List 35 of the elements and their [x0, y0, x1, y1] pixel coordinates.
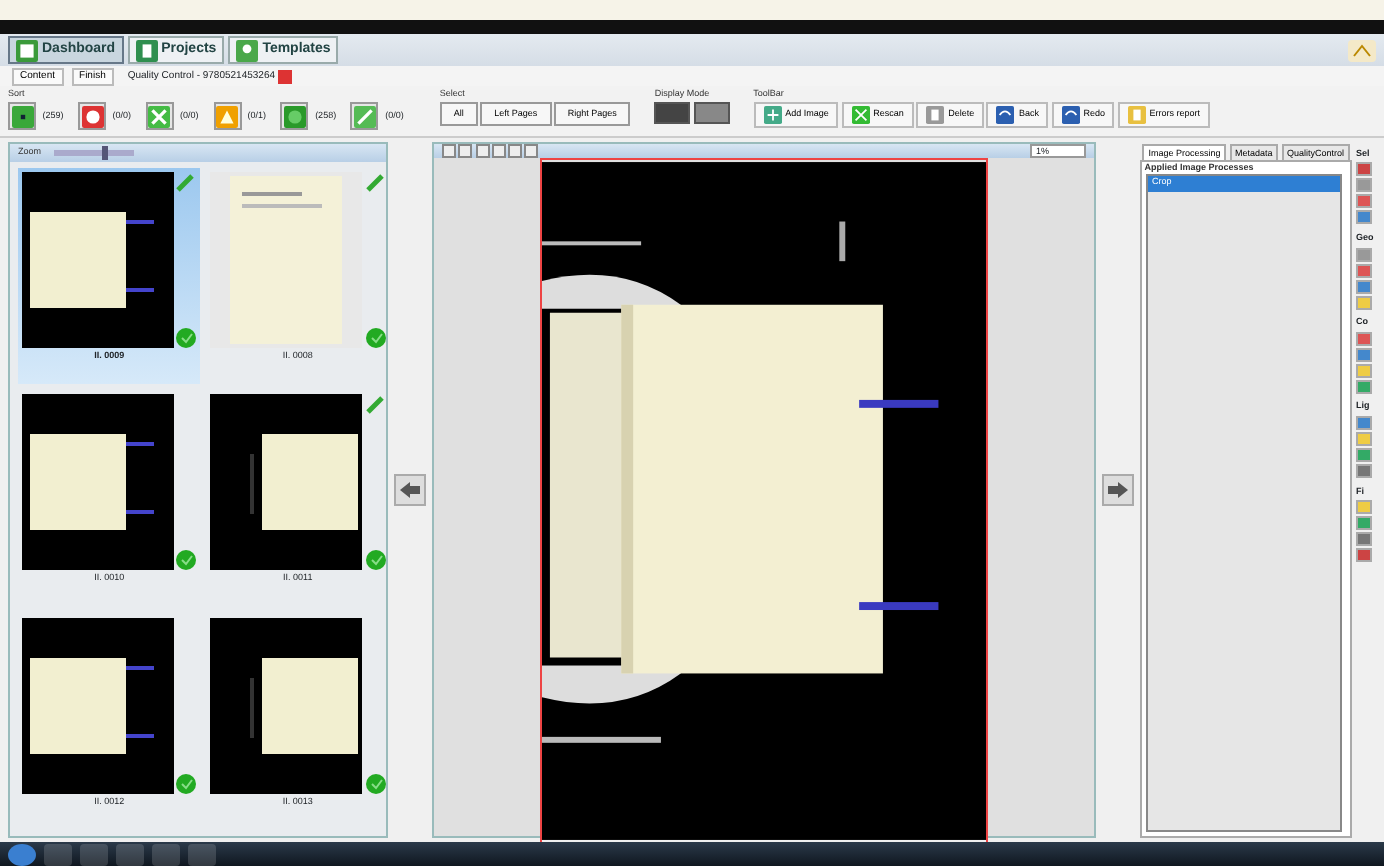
- display-mode-button[interactable]: [693, 102, 730, 125]
- filter-button[interactable]: [350, 102, 379, 131]
- ok-icon: [283, 105, 306, 128]
- warning-icon: [216, 105, 239, 128]
- report-icon: [1127, 106, 1146, 125]
- start-button[interactable]: [8, 844, 36, 866]
- filter-button[interactable]: [8, 102, 36, 131]
- filter-button[interactable]: [280, 102, 309, 131]
- taskbar-app-icon[interactable]: [188, 844, 216, 866]
- all-icon: [11, 105, 33, 128]
- rescan-icon: [851, 106, 870, 125]
- next-button[interactable]: [1102, 474, 1134, 506]
- back-icon: [996, 106, 1015, 125]
- settings-button[interactable]: [1348, 39, 1376, 61]
- edit-icon: [353, 105, 376, 128]
- taskbar-app-icon[interactable]: [80, 844, 108, 866]
- dashboard-icon: [16, 39, 38, 61]
- error-icon: [81, 105, 104, 128]
- right-arrow-icon: [1106, 480, 1130, 500]
- templates-icon: [236, 39, 259, 61]
- taskbar-app-icon[interactable]: [152, 844, 180, 866]
- cross-icon: [148, 105, 171, 128]
- filter-button[interactable]: [145, 102, 174, 131]
- projects-icon: [135, 39, 158, 61]
- close-button[interactable]: [277, 69, 292, 83]
- display-mode-button[interactable]: [654, 102, 691, 125]
- filter-button[interactable]: [78, 102, 107, 131]
- delete-icon: [926, 106, 945, 125]
- taskbar-app-icon[interactable]: [116, 844, 144, 866]
- filter-button[interactable]: [213, 102, 242, 131]
- add-icon: [763, 106, 782, 125]
- slider-thumb[interactable]: [101, 145, 108, 160]
- left-arrow-icon: [398, 480, 422, 500]
- previous-button[interactable]: [394, 474, 426, 506]
- redo-icon: [1061, 106, 1080, 125]
